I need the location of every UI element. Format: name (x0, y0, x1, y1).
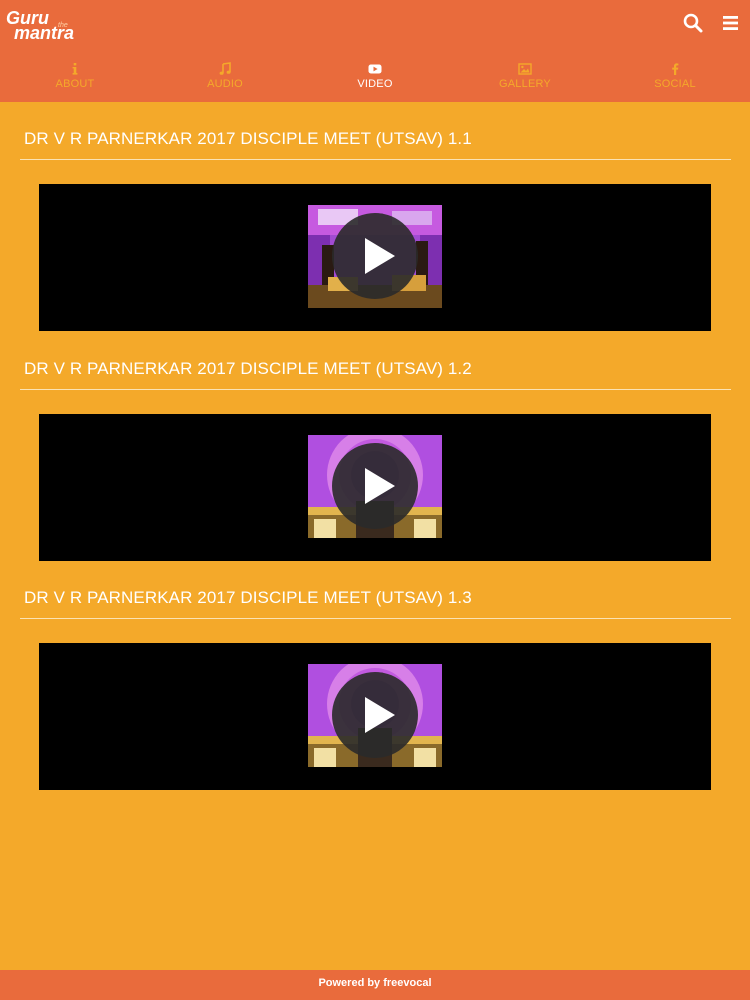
video-item: DR V R PARNERKAR 2017 DISCIPLE MEET (UTS… (0, 561, 750, 791)
hamburger-menu-icon (723, 16, 738, 30)
play-icon[interactable] (332, 672, 418, 758)
video-player[interactable] (39, 413, 711, 561)
tab-gallery-label: GALLERY (499, 78, 551, 90)
tab-social[interactable]: SOCIAL (600, 58, 750, 98)
divider (20, 159, 731, 160)
image-icon (518, 63, 532, 75)
video-title[interactable]: DR V R PARNERKAR 2017 DISCIPLE MEET (UTS… (24, 129, 472, 149)
video-item: DR V R PARNERKAR 2017 DISCIPLE MEET (UTS… (0, 102, 750, 332)
tab-social-label: SOCIAL (654, 78, 696, 90)
gurumantra-logo[interactable]: Guru the mantra (6, 8, 86, 44)
tab-about-label: ABOUT (55, 78, 95, 90)
music-note-icon (219, 62, 231, 75)
logo-text-line2: mantra (14, 23, 75, 43)
app-header: Guru the mantra ABOUT AUDIO VIDEO GALLER… (0, 0, 750, 102)
info-icon (72, 63, 78, 75)
tab-video-label: VIDEO (357, 78, 393, 90)
tab-audio-label: AUDIO (207, 78, 243, 90)
tab-about[interactable]: ABOUT (0, 58, 150, 98)
play-icon[interactable] (332, 442, 418, 529)
menu-button[interactable] (720, 12, 742, 34)
video-list: DR V R PARNERKAR 2017 DISCIPLE MEET (UTS… (0, 102, 750, 791)
tab-audio[interactable]: AUDIO (150, 58, 300, 98)
video-player[interactable] (39, 184, 711, 331)
search-button[interactable] (682, 12, 704, 34)
powered-by-text[interactable]: Powered by freevocal (318, 977, 431, 989)
video-title[interactable]: DR V R PARNERKAR 2017 DISCIPLE MEET (UTS… (24, 359, 472, 379)
tab-gallery[interactable]: GALLERY (450, 58, 600, 98)
tab-video[interactable]: VIDEO (300, 58, 450, 98)
video-player[interactable] (39, 643, 711, 790)
tab-bar: ABOUT AUDIO VIDEO GALLERY SOCIAL (0, 58, 750, 98)
search-icon (683, 13, 703, 33)
footer: Powered by freevocal (0, 970, 750, 1000)
play-icon[interactable] (332, 213, 418, 299)
facebook-icon (672, 63, 679, 75)
divider (20, 618, 731, 619)
video-title[interactable]: DR V R PARNERKAR 2017 DISCIPLE MEET (UTS… (24, 588, 472, 608)
video-item: DR V R PARNERKAR 2017 DISCIPLE MEET (UTS… (0, 332, 750, 562)
youtube-play-icon (368, 64, 382, 74)
divider (20, 388, 731, 390)
